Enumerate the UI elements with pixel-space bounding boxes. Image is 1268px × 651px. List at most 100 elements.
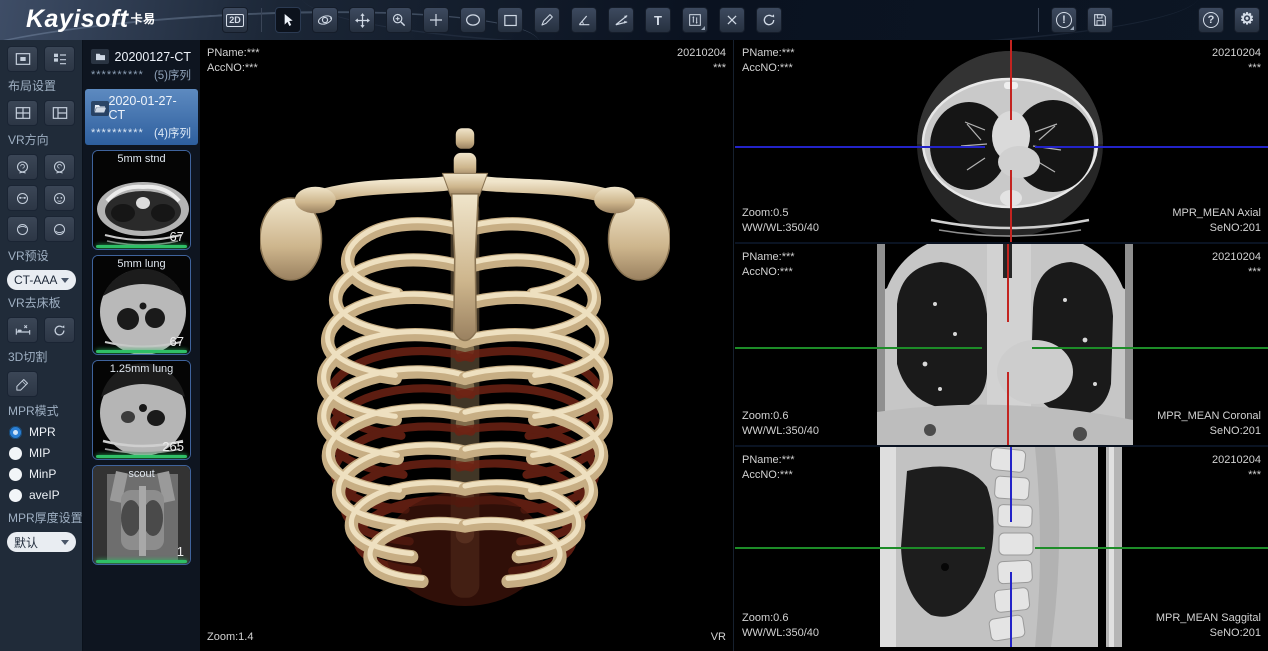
- study-item-1[interactable]: 20200127-CT ********** (5)序列: [85, 44, 198, 87]
- series-thumbnail-5mm-stnd[interactable]: 5mm stnd 67: [92, 150, 191, 250]
- series-number: SeNO:201: [1172, 221, 1261, 236]
- layout-1-2-button[interactable]: [44, 100, 75, 126]
- vr-viewport[interactable]: PName:*** AccNO:*** 20210204 *** Zoom:1.…: [200, 40, 734, 651]
- reset-tool[interactable]: [756, 7, 782, 33]
- vr-head-inferior-button[interactable]: [44, 216, 75, 242]
- crosshair-vertical-red[interactable]: [1007, 372, 1009, 447]
- vr-direction-row-1: [7, 154, 75, 180]
- patient-name: PName:***: [742, 453, 795, 468]
- close-icon: [725, 13, 739, 27]
- mpr-mode-option-mpr[interactable]: MPR: [9, 425, 75, 439]
- save-icon: [1092, 12, 1108, 28]
- crosshair-vertical-red[interactable]: [1010, 170, 1012, 244]
- crosshair-horizontal-blue[interactable]: [1035, 146, 1268, 148]
- vr-preset-select[interactable]: CT-AAA: [7, 270, 76, 290]
- thumbnail-label: scout: [93, 468, 190, 480]
- vr-face-left-button[interactable]: [7, 185, 38, 211]
- crosshair-vertical-red[interactable]: [1007, 244, 1009, 322]
- mpr-sagittal-viewport[interactable]: PName:*** AccNO:*** 20210204 *** Zoom:0.…: [735, 447, 1268, 647]
- mpr-coronal-viewport[interactable]: PName:*** AccNO:*** 20210204 *** Zoom:0.…: [735, 244, 1268, 447]
- crosshair-tool[interactable]: [423, 7, 449, 33]
- delete-tool[interactable]: [719, 7, 745, 33]
- rotate-3d-tool[interactable]: [312, 7, 338, 33]
- window-level-readout: WW/WL:350/40: [742, 221, 819, 236]
- scalpel-button[interactable]: [7, 371, 38, 397]
- vr-preset-label: VR预设: [8, 247, 75, 264]
- rectangle-tool[interactable]: [497, 7, 523, 33]
- layout-settings-label: 布局设置: [8, 77, 75, 94]
- help-button[interactable]: ?: [1198, 7, 1224, 33]
- mpr-overlay-top-right: 20210204 ***: [1212, 46, 1261, 76]
- vr-head-posterior-button[interactable]: [44, 154, 75, 180]
- vr-head-anterior-button[interactable]: [7, 154, 38, 180]
- vr-bed-row: [7, 317, 75, 343]
- head-inferior-icon: [52, 222, 67, 237]
- reset-icon: [761, 12, 777, 28]
- zoom-in-tool[interactable]: [386, 7, 412, 33]
- series-thumbnail-5mm-lung[interactable]: 5mm lung 67: [92, 255, 191, 355]
- radio-icon: [9, 468, 22, 481]
- layout-grid-2x2-button[interactable]: [7, 100, 38, 126]
- crosshair-horizontal-green[interactable]: [1032, 347, 1268, 349]
- ellipse-icon: [464, 11, 482, 29]
- mpr-overlay-top-left: PName:*** AccNO:***: [742, 250, 795, 280]
- alert-info-button[interactable]: !: [1051, 7, 1077, 33]
- study-date: 2020-01-27-CT: [109, 94, 191, 122]
- scalpel-icon: [15, 377, 30, 392]
- mpr-mode-option-minp[interactable]: MinP: [9, 467, 75, 481]
- pan-tool[interactable]: [349, 7, 375, 33]
- vr-direction-row-3: [7, 216, 75, 242]
- toolbar-divider: [261, 8, 262, 32]
- logo-text-cn: 卡易: [131, 12, 156, 26]
- series-thumbnail-1-25mm-lung[interactable]: 1.25mm lung 265: [92, 360, 191, 460]
- crosshair-vertical-blue[interactable]: [1010, 572, 1012, 647]
- vr-mode-label: VR: [711, 630, 726, 645]
- mpr-overlay-bottom-right: MPR_MEAN Coronal SeNO:201: [1157, 409, 1261, 439]
- toolbar-report-group: !: [1036, 7, 1113, 33]
- mpr-mode-label: MPR模式: [8, 402, 75, 419]
- text-annotate-tool[interactable]: T: [645, 7, 671, 33]
- toolbar-settings-group: ? ⚙: [1198, 7, 1260, 33]
- mpr-overlay-top-right: 20210204 ***: [1212, 453, 1261, 483]
- accession-number: AccNO:***: [742, 468, 795, 483]
- vr-reset-button[interactable]: [44, 317, 75, 343]
- chevron-down-icon: [61, 540, 69, 545]
- mpr-axial-viewport[interactable]: PName:*** AccNO:*** 20210204 *** Zoom:0.…: [735, 40, 1268, 244]
- layout-stack-button[interactable]: [44, 46, 75, 72]
- vr-head-superior-button[interactable]: [7, 216, 38, 242]
- mpr-mode-label: MPR_MEAN Coronal: [1157, 409, 1261, 424]
- 2d-view-tool[interactable]: 2D: [222, 7, 248, 33]
- vr-overlay-top-right: 20210204 ***: [677, 46, 726, 76]
- crosshair-horizontal-blue[interactable]: [735, 146, 985, 148]
- head-superior-icon: [15, 222, 30, 237]
- mpr-thickness-select[interactable]: 默认: [7, 532, 76, 552]
- settings-button[interactable]: ⚙: [1234, 7, 1260, 33]
- ellipse-tool[interactable]: [460, 7, 486, 33]
- help-icon: ?: [1203, 12, 1219, 28]
- vr-face-right-button[interactable]: [44, 185, 75, 211]
- crosshair-horizontal-green[interactable]: [735, 547, 985, 549]
- remove-bed-button[interactable]: [7, 317, 38, 343]
- vr-direction-label: VR方向: [8, 131, 75, 148]
- crosshair-vertical-blue[interactable]: [1010, 447, 1012, 522]
- app-window: Kayisoft卡易 2D T: [0, 0, 1268, 651]
- mpr-mode-option-aveip[interactable]: aveIP: [9, 488, 75, 502]
- save-button[interactable]: [1087, 7, 1113, 33]
- cobb-angle-tool[interactable]: [608, 7, 634, 33]
- measure-pencil-tool[interactable]: [534, 7, 560, 33]
- thumbnail-label: 1.25mm lung: [93, 363, 190, 375]
- layout-single-button[interactable]: [7, 46, 38, 72]
- study-item-2-selected[interactable]: 2020-01-27-CT ********** (4)序列: [85, 89, 198, 145]
- angle-tool[interactable]: [571, 7, 597, 33]
- window-level-tool[interactable]: [682, 7, 708, 33]
- crosshair-horizontal-green[interactable]: [1035, 547, 1268, 549]
- vr-zoom-readout: Zoom:1.4: [207, 630, 253, 645]
- cursor-tool[interactable]: [275, 7, 301, 33]
- crosshair-vertical-red[interactable]: [1010, 40, 1012, 120]
- cursor-icon: [280, 12, 296, 28]
- mpr-mode-option-mip[interactable]: MIP: [9, 446, 75, 460]
- series-thumbnail-scout[interactable]: scout 1: [92, 465, 191, 565]
- study-patient: **********: [91, 71, 144, 79]
- crosshair-horizontal-green[interactable]: [735, 347, 982, 349]
- vr-bed-removal-label: VR去床板: [8, 294, 75, 311]
